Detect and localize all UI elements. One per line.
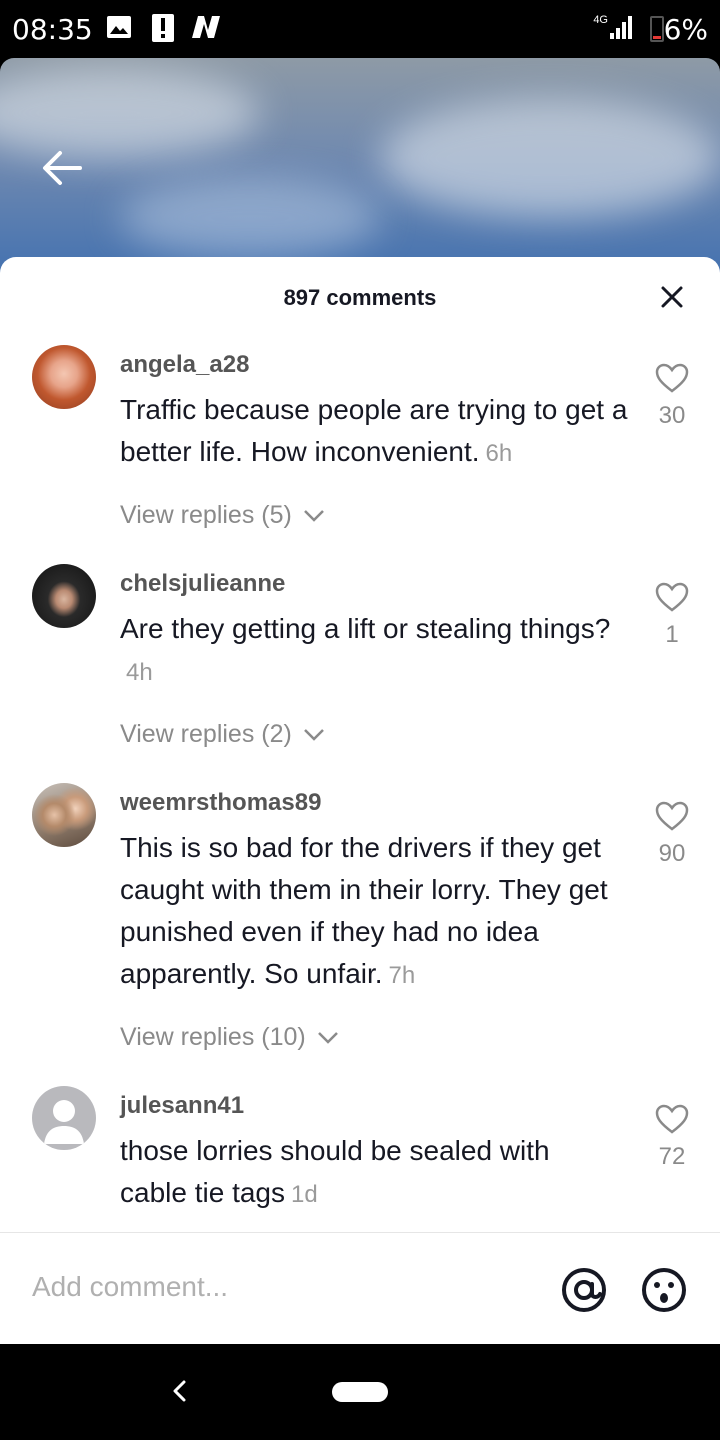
comment-username[interactable]: chelsjulieanne xyxy=(120,570,285,598)
heart-icon xyxy=(655,801,689,831)
comment-text: This is so bad for the drivers if they g… xyxy=(120,832,608,989)
heart-icon xyxy=(655,582,689,612)
system-nav-bar xyxy=(0,1344,720,1440)
default-avatar-icon xyxy=(44,1100,84,1144)
comment-input[interactable]: Add comment... xyxy=(32,1271,228,1303)
heart-icon xyxy=(655,1104,689,1134)
view-replies-button[interactable]: View replies (2) xyxy=(120,720,325,749)
avatar[interactable] xyxy=(32,345,96,409)
view-replies-button[interactable]: View replies (5) xyxy=(120,501,325,530)
comment-time: 4h xyxy=(126,659,153,686)
comment-text: Traffic because people are trying to get… xyxy=(120,394,628,467)
comment-input-bar: Add comment... xyxy=(0,1232,720,1345)
comments-count-title: 897 comments xyxy=(283,285,437,310)
comment-item: julesann41 those lorries should be seale… xyxy=(0,1086,720,1226)
signal-icon xyxy=(610,16,632,39)
image-icon xyxy=(107,16,131,38)
like-button[interactable]: 30 xyxy=(652,363,692,430)
chevron-down-icon xyxy=(317,1032,338,1045)
comment-item: angela_a28 Traffic because people are tr… xyxy=(0,345,720,545)
nav-home-pill[interactable] xyxy=(332,1382,388,1402)
alert-icon xyxy=(152,14,174,42)
at-mention-icon[interactable] xyxy=(560,1266,608,1314)
chevron-down-icon xyxy=(303,729,324,742)
heart-icon xyxy=(655,363,689,393)
nav-back-icon[interactable] xyxy=(168,1378,192,1404)
view-replies-button[interactable]: View replies (10) xyxy=(120,1023,339,1052)
close-icon[interactable] xyxy=(660,285,684,309)
status-bar: 08:35 4G 6% xyxy=(0,0,720,58)
status-time: 08:35 xyxy=(12,13,93,46)
comment-time: 7h xyxy=(388,962,416,989)
comment-text: those lorries should be sealed with cabl… xyxy=(120,1135,550,1208)
chevron-down-icon xyxy=(303,510,324,523)
battery-percent: 6% xyxy=(663,13,708,46)
comment-username[interactable]: weemrsthomas89 xyxy=(120,789,321,817)
back-arrow-icon[interactable] xyxy=(40,148,84,188)
comments-sheet: 897 comments angela_a28 Traffic because … xyxy=(0,257,720,1344)
network-type: 4G xyxy=(593,14,608,26)
video-background xyxy=(0,58,720,288)
avatar[interactable] xyxy=(32,783,96,847)
like-count: 30 xyxy=(658,402,686,429)
comment-time: 6h xyxy=(485,440,513,467)
comment-username[interactable]: angela_a28 xyxy=(120,351,249,379)
comment-time: 1d xyxy=(291,1181,318,1208)
comment-item: chelsjulieanne Are they getting a lift o… xyxy=(0,564,720,764)
avatar[interactable] xyxy=(32,564,96,628)
comment-item: weemrsthomas89 This is so bad for the dr… xyxy=(0,783,720,1063)
like-button[interactable]: 1 xyxy=(652,582,692,649)
comment-username[interactable]: julesann41 xyxy=(120,1092,244,1120)
like-button[interactable]: 72 xyxy=(652,1104,692,1171)
battery-icon xyxy=(650,16,664,42)
like-button[interactable]: 90 xyxy=(652,801,692,868)
like-count: 72 xyxy=(658,1143,686,1170)
comment-text: Are they getting a lift or stealing thin… xyxy=(120,613,611,686)
news-icon xyxy=(192,16,220,38)
like-count: 1 xyxy=(665,621,679,648)
avatar[interactable] xyxy=(32,1086,96,1150)
like-count: 90 xyxy=(658,840,686,867)
emoji-icon[interactable] xyxy=(640,1266,688,1314)
